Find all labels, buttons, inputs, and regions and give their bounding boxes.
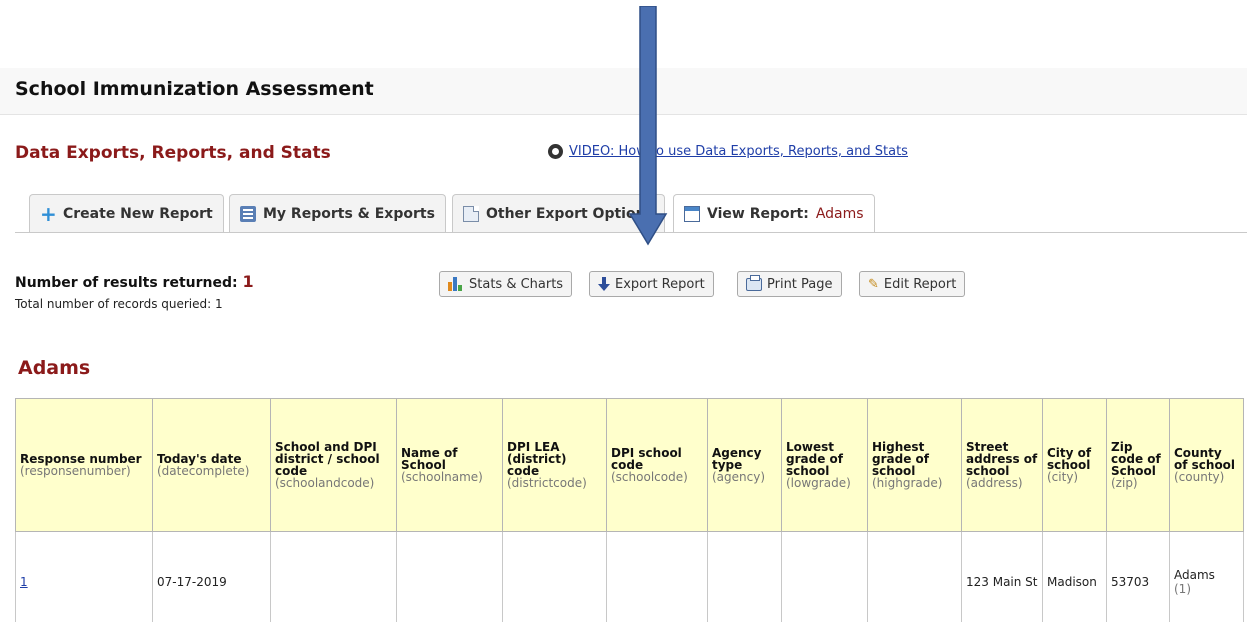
table-row: 1 07-17-2019 123 Main St Madison 53703 A…: [15, 531, 1244, 622]
video-link-label: VIDEO: How to use Data Exports, Reports,…: [569, 144, 908, 159]
download-arrow-icon: [598, 277, 610, 291]
document-icon: [463, 205, 479, 222]
printer-icon: [746, 274, 762, 291]
tab-my-reports-exports[interactable]: My Reports & Exports: [229, 194, 446, 232]
report-title: Adams: [18, 357, 91, 379]
cell-highgrade: [867, 531, 962, 622]
column-header[interactable]: Response number (responsenumber): [15, 398, 153, 532]
reports-icon: [240, 205, 256, 222]
column-header[interactable]: Highest grade of school (highgrade): [867, 398, 962, 532]
tab-label: View Report:: [707, 206, 809, 222]
tab-label: My Reports & Exports: [263, 205, 435, 222]
record-link[interactable]: 1: [20, 575, 28, 589]
tab-label: Create New Report: [63, 205, 213, 222]
tab-report-name: Adams: [815, 206, 864, 222]
export-report-label: Export Report: [615, 276, 705, 292]
cell-responsenumber[interactable]: 1: [15, 531, 153, 622]
column-header[interactable]: Zip code of School (zip): [1106, 398, 1170, 532]
cell-address: 123 Main St: [961, 531, 1043, 622]
film-reel-icon: [548, 144, 563, 159]
records-queried: Total number of records queried: 1: [15, 297, 223, 311]
table-header-row: Response number (responsenumber) Today's …: [15, 398, 1244, 532]
cell-datecomplete: 07-17-2019: [152, 531, 271, 622]
column-header[interactable]: Lowest grade of school (lowgrade): [781, 398, 868, 532]
page-title: Data Exports, Reports, and Stats: [15, 143, 331, 163]
export-report-button[interactable]: Export Report: [589, 271, 714, 297]
tab-create-new-report[interactable]: + Create New Report: [29, 194, 224, 232]
column-header[interactable]: City of school (city): [1042, 398, 1107, 532]
video-link[interactable]: VIDEO: How to use Data Exports, Reports,…: [548, 144, 908, 159]
cell-lowgrade: [781, 531, 868, 622]
pencil-icon: ✎: [868, 276, 879, 292]
plus-icon: +: [40, 201, 57, 226]
cell-districtcode: [502, 531, 607, 622]
project-title: School Immunization Assessment: [15, 78, 374, 100]
cell-city: Madison: [1042, 531, 1107, 622]
column-header[interactable]: School and DPI district / school code (sc…: [270, 398, 397, 532]
cell-schoolandcode: [270, 531, 397, 622]
annotation-arrow: [628, 6, 668, 246]
edit-report-button[interactable]: ✎ Edit Report: [859, 271, 966, 297]
column-header[interactable]: DPI school code (schoolcode): [606, 398, 708, 532]
cell-county: Adams (1): [1169, 531, 1244, 622]
column-header[interactable]: DPI LEA (district) code (districtcode): [502, 398, 607, 532]
tab-view-report[interactable]: View Report: Adams: [673, 194, 875, 233]
page: School Immunization Assessment Data Expo…: [0, 0, 1247, 622]
print-page-button[interactable]: Print Page: [737, 271, 842, 297]
column-header[interactable]: Today's date (datecomplete): [152, 398, 271, 532]
stats-charts-button[interactable]: Stats & Charts: [439, 271, 573, 297]
cell-schoolname: [396, 531, 503, 622]
edit-report-label: Edit Report: [883, 276, 957, 292]
results-number: 1: [242, 272, 254, 291]
window-icon: [684, 206, 700, 222]
cell-agency: [707, 531, 782, 622]
report-table: Response number (responsenumber) Today's …: [15, 398, 1244, 622]
column-header[interactable]: Street address of school (address): [961, 398, 1043, 532]
column-header[interactable]: County of school (county): [1169, 398, 1244, 532]
results-label: Number of results returned:: [15, 275, 238, 291]
cell-zip: 53703: [1106, 531, 1170, 622]
column-header[interactable]: Agency type (agency): [707, 398, 782, 532]
column-header[interactable]: Name of School (schoolname): [396, 398, 503, 532]
results-count: Number of results returned: 1: [15, 272, 254, 291]
print-page-label: Print Page: [767, 276, 833, 292]
bar-chart-icon: [448, 277, 464, 291]
cell-schoolcode: [606, 531, 708, 622]
stats-charts-label: Stats & Charts: [469, 276, 564, 292]
